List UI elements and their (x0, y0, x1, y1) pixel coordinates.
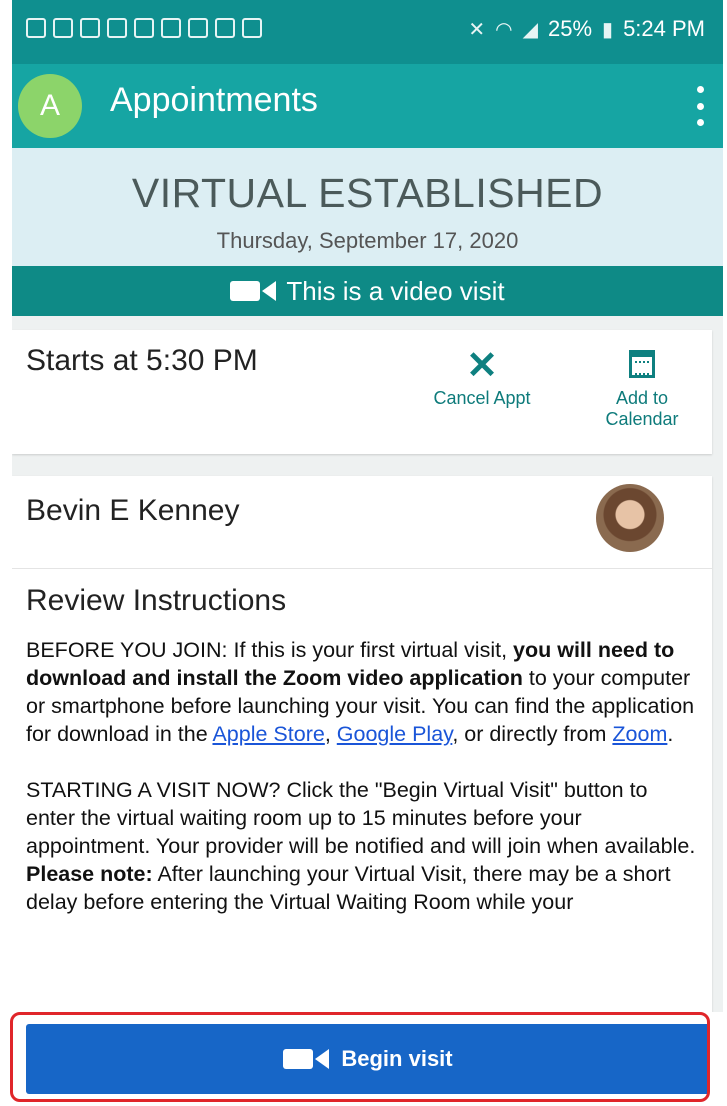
cancel-appt-button[interactable]: ✕ Cancel Appt (422, 344, 542, 409)
notification-icon (215, 18, 235, 38)
notification-icon (80, 18, 100, 38)
time-card: Starts at 5:30 PM ✕ Cancel Appt Add to C… (12, 330, 712, 454)
cancel-appt-label: Cancel Appt (433, 388, 531, 408)
mute-icon: ✕ (468, 18, 486, 41)
status-right: ✕ ◠ ◢ 25% ▮ 5:24 PM (468, 16, 705, 42)
app-bar: A Appointments (12, 64, 723, 148)
add-to-calendar-label-2: Calendar (605, 409, 679, 429)
video-camera-icon (230, 281, 277, 301)
provider-avatar (596, 484, 664, 552)
add-to-calendar-label-1: Add to (615, 388, 669, 408)
video-camera-icon (283, 1049, 330, 1069)
calendar-icon (629, 350, 655, 378)
battery-level: 25% (548, 16, 593, 41)
begin-visit-button[interactable]: Begin visit (26, 1024, 710, 1094)
phone-screen: ✕ ◠ ◢ 25% ▮ 5:24 PM A Appointments VIRTU… (12, 0, 723, 1106)
video-visit-banner: This is a video visit (12, 266, 723, 316)
start-time: Starts at 5:30 PM (26, 344, 258, 377)
notification-icons (26, 18, 262, 38)
zoom-link[interactable]: Zoom (612, 722, 667, 746)
begin-visit-bar: Begin visit (12, 1012, 723, 1106)
signal-icon: ◢ (522, 18, 538, 41)
notification-icon (107, 18, 127, 38)
notification-icon (161, 18, 181, 38)
provider-name: Bevin E Kenney (26, 494, 240, 527)
instructions-paragraph-1: BEFORE YOU JOIN: If this is your first v… (26, 638, 695, 746)
notification-icon (26, 18, 46, 38)
notification-icon (53, 18, 73, 38)
battery-icon: ▮ (602, 18, 614, 41)
add-to-calendar-button[interactable]: Add to Calendar (582, 344, 702, 430)
visit-header: VIRTUAL ESTABLISHED Thursday, September … (12, 148, 723, 266)
apple-store-link[interactable]: Apple Store (212, 722, 324, 746)
video-banner-label: This is a video visit (286, 275, 505, 306)
kebab-menu-icon[interactable] (695, 86, 705, 126)
instructions-body: BEFORE YOU JOIN: If this is your first v… (26, 636, 702, 944)
wifi-icon: ◠ (495, 18, 513, 41)
review-instructions-heading: Review Instructions (26, 584, 287, 617)
visit-date: Thursday, September 17, 2020 (216, 228, 519, 253)
notification-icon (242, 18, 262, 38)
close-icon: ✕ (466, 345, 498, 387)
notification-icon (134, 18, 154, 38)
account-avatar[interactable]: A (18, 74, 82, 138)
status-bar: ✕ ◠ ◢ 25% ▮ 5:24 PM (12, 0, 723, 64)
clock: 5:24 PM (623, 16, 705, 41)
notification-icon (188, 18, 208, 38)
divider (12, 568, 712, 569)
visit-type: VIRTUAL ESTABLISHED (131, 170, 604, 216)
google-play-link[interactable]: Google Play (337, 722, 453, 746)
begin-visit-label: Begin visit (341, 1046, 453, 1071)
page-title: Appointments (110, 81, 318, 119)
instructions-paragraph-2: STARTING A VISIT NOW? Click the "Begin V… (26, 778, 696, 914)
